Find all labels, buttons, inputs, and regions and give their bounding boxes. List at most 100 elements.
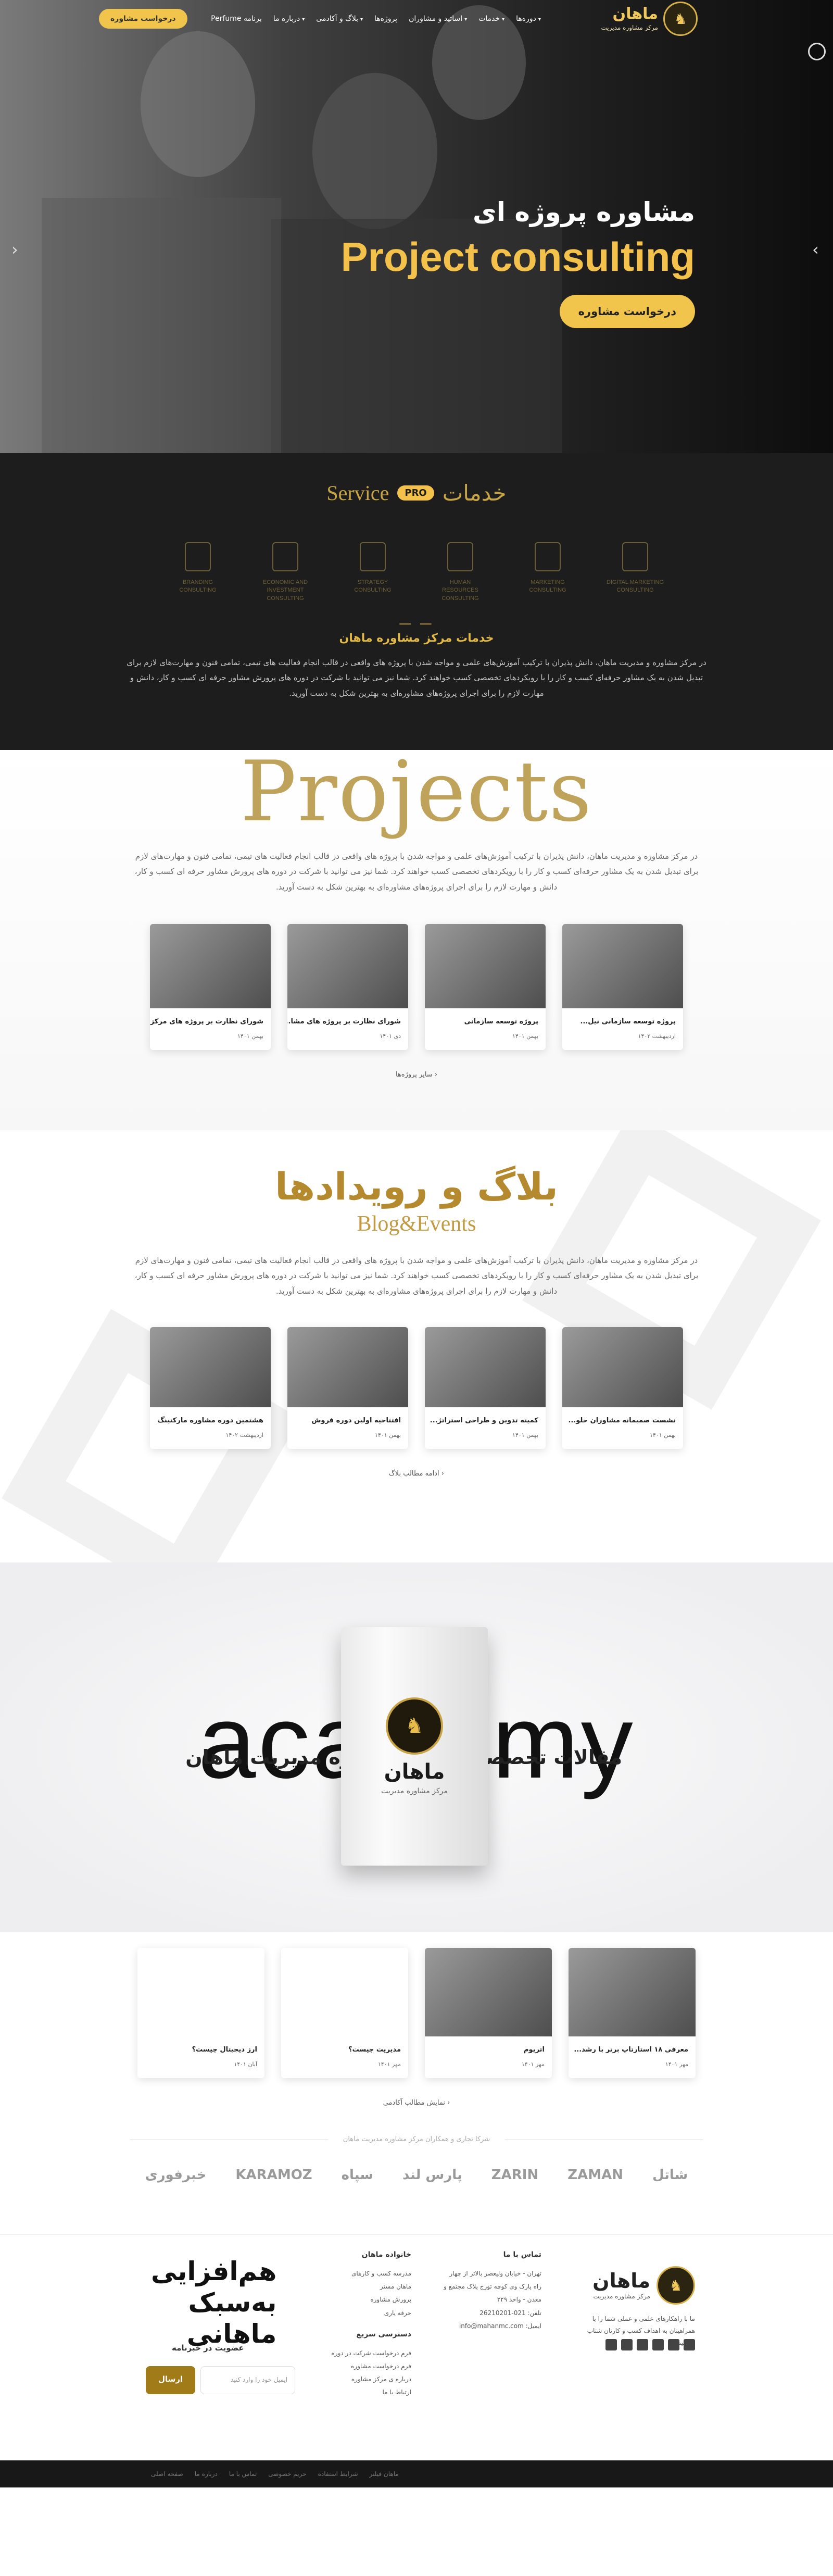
service-label: MARKETING CONSULTING: [529, 579, 566, 594]
bottom-link[interactable]: درباره ما: [195, 2470, 218, 2478]
more-academy-label: نمایش مطالب آکادمی: [383, 2099, 445, 2107]
nav-item-5[interactable]: ▾بلاگ و آکادمی: [316, 15, 363, 23]
chevron-left-icon: ‹: [445, 2099, 450, 2107]
divider-dots: — —: [399, 616, 434, 631]
academy-card[interactable]: معرفی ۱۸ استارتاپ برتر با رشد... مهر ۱۴۰۱: [569, 1948, 696, 2078]
partner-logo[interactable]: پارس لند: [402, 2167, 462, 2183]
more-blog-link[interactable]: ‹ ادامه مطالب بلاگ: [0, 1470, 833, 1478]
service-item[interactable]: HUMAN RESOURCES CONSULTING: [432, 542, 489, 603]
academy-card-image: [137, 1948, 264, 2036]
whatsapp-icon[interactable]: [637, 2339, 648, 2350]
project-card[interactable]: پروژه توسعه سازمانی بهمن ۱۴۰۱: [425, 923, 546, 1050]
linkedin-icon[interactable]: [652, 2339, 664, 2350]
family-link[interactable]: پرورش مشاوره: [331, 2293, 411, 2306]
academy-card[interactable]: مدیریت چیست؟ مهر ۱۴۰۱: [281, 1948, 408, 2078]
site-logo[interactable]: ♞ ماهان مرکز مشاوره مدیریت: [601, 2, 698, 36]
bottom-link[interactable]: شرایط استفاده: [318, 2470, 358, 2478]
nav-item-3[interactable]: ▾اساتید و مشاوران: [409, 15, 467, 23]
bottom-link[interactable]: صفحه اصلی: [151, 2470, 183, 2478]
nav-item-2[interactable]: ▾خدمات: [478, 15, 504, 23]
academy-card[interactable]: اتریوم مهر ۱۴۰۱: [425, 1948, 552, 2078]
nav-item-7[interactable]: برنامه Perfume: [211, 15, 262, 23]
chevron-right-icon[interactable]: ›: [812, 240, 819, 259]
footer-logo[interactable]: ♞ ماهان مرکز مشاوره مدیریت: [592, 2266, 695, 2305]
nav-item-label: اساتید و مشاوران: [409, 15, 463, 23]
partner-logo[interactable]: KARAMOZ: [235, 2167, 312, 2183]
scroll-indicator[interactable]: [808, 43, 826, 60]
service-icon: [185, 542, 211, 571]
footer: ♞ ماهان مرکز مشاوره مدیریت ما با راهکاره…: [0, 2234, 833, 2487]
book-logo-icon: ♞: [386, 1697, 443, 1755]
chevron-left-icon: ‹: [432, 1070, 438, 1079]
service-item[interactable]: MARKETING CONSULTING: [519, 542, 576, 603]
academy-card[interactable]: ارز دیجیتال چیست؟ آبان ۱۴۰۱: [137, 1948, 264, 2078]
project-card[interactable]: شورای نظارت بر پروژه های مشا... دی ۱۴۰۱: [287, 923, 408, 1050]
nav-item-1[interactable]: ▾دوره‌ها: [516, 15, 541, 23]
service-item[interactable]: STRATEGY CONSULTING: [344, 542, 401, 603]
partner-logo[interactable]: ZAMAN: [567, 2167, 623, 2183]
partner-logo[interactable]: سپاه: [342, 2167, 373, 2183]
family-link[interactable]: ماهان مستر: [331, 2280, 411, 2293]
blog-card-date: اردیبهشت ۱۴۰۲: [225, 1431, 263, 1439]
slogan-line: به‌سبک: [188, 2287, 277, 2318]
nav-item-label: خدمات: [478, 15, 500, 23]
quick-link[interactable]: ارتباط با ما: [331, 2386, 411, 2399]
partner-logo[interactable]: شاتل: [652, 2167, 688, 2183]
blog-card-title: هشتمین دوره مشاوره مارکتینگ: [157, 1416, 263, 1424]
aparat-icon[interactable]: [621, 2339, 633, 2350]
partner-logo[interactable]: ZARIN: [491, 2167, 538, 2183]
chevron-left-icon[interactable]: ‹: [11, 240, 18, 259]
quick-link[interactable]: درباره ی مرکز مشاوره: [331, 2373, 411, 2386]
service-label: BRANDING CONSULTING: [179, 579, 217, 594]
contact-line: تلفن: 021-26210201: [479, 2309, 541, 2317]
service-label: ECONOMIC AND INVESTMENT CONSULTING: [262, 579, 308, 602]
project-card[interactable]: پروژه توسعه سازمانی نیل... اردیبهشت ۱۴۰۲: [562, 923, 683, 1050]
academy-card-image: [569, 1948, 696, 2036]
service-item[interactable]: BRANDING CONSULTING: [169, 542, 226, 603]
footer-logo-icon: ♞: [657, 2266, 695, 2305]
family-link[interactable]: مدرسه کسب و کارهای: [331, 2267, 411, 2280]
project-card-date: دی ۱۴۰۱: [380, 1032, 401, 1040]
blog-card[interactable]: نشست صمیمانه مشاوران حلو... بهمن ۱۴۰۱: [562, 1327, 683, 1449]
bottom-link[interactable]: تماس با ما: [229, 2470, 257, 2478]
twitter-icon[interactable]: [605, 2339, 617, 2350]
hero-consult-button[interactable]: درخواست مشاوره: [559, 295, 695, 328]
contact-line: تهران - خیابان ولیعصر بالاتر از چهار: [449, 2270, 541, 2277]
academy-card-date: مهر ۱۴۰۱: [665, 2061, 688, 2068]
book-name: ماهان: [384, 1760, 445, 1784]
blog-card[interactable]: هشتمین دوره مشاوره مارکتینگ اردیبهشت ۱۴۰۲: [150, 1327, 271, 1449]
academy-hero: academy مقالات تخصصی مرکز مشاوره مدیریت …: [0, 1562, 833, 1932]
project-card[interactable]: شورای نظارت بر پروژه های مرکز ... بهمن ۱۴…: [150, 923, 271, 1050]
instagram-icon[interactable]: [684, 2339, 695, 2350]
blog-cards: نشست صمیمانه مشاوران حلو... بهمن ۱۴۰۱ کمیت…: [0, 1327, 833, 1449]
blog-card-date: بهمن ۱۴۰۱: [374, 1431, 401, 1439]
blog-section: بلاگ و رویدادها Blog&Events در مرکز مشاو…: [0, 1130, 833, 1562]
projects-big-title: Projects: [240, 750, 593, 840]
quick-link[interactable]: فرم درخواست شرکت در دوره: [331, 2347, 411, 2360]
partner-logo[interactable]: خبرفوری: [145, 2167, 207, 2183]
newsletter-label: عضویت در خبرنامه: [172, 2343, 244, 2353]
consult-request-button[interactable]: درخواست مشاوره: [99, 9, 187, 29]
nav-item-4[interactable]: پروژه‌ها: [374, 15, 397, 23]
blog-card[interactable]: افتتاحیه اولین دوره فروش بهمن ۱۴۰۱: [287, 1327, 408, 1449]
family-link[interactable]: حرفه یاری: [331, 2307, 411, 2320]
blog-card[interactable]: کمیته تدوین و طراحی استراتژ... بهمن ۱۴۰۱: [425, 1327, 546, 1449]
more-projects-link[interactable]: ‹ سایر پروژه‌ها: [0, 1071, 833, 1079]
contact-line: معدن - واحد ۲۲۹: [497, 2296, 541, 2304]
telegram-icon[interactable]: [668, 2339, 679, 2350]
service-item[interactable]: DIGITAL MARKETING CONSULTING: [607, 542, 664, 603]
newsletter-submit-button[interactable]: ارسال: [146, 2366, 196, 2394]
service-item[interactable]: ECONOMIC AND INVESTMENT CONSULTING: [257, 542, 314, 603]
quick-link[interactable]: فرم درخواست مشاوره: [331, 2360, 411, 2373]
academy-card-date: مهر ۱۴۰۱: [377, 2061, 401, 2068]
nav-item-6[interactable]: ▾درباره ما: [273, 15, 305, 23]
academy-card-date: مهر ۱۴۰۱: [521, 2061, 545, 2068]
bottom-link[interactable]: حریم خصوصی: [268, 2470, 306, 2478]
bottom-link[interactable]: ماهان فیلتر: [370, 2470, 399, 2478]
newsletter-email-input[interactable]: ایمیل خود را وارد کنید: [200, 2366, 296, 2394]
project-card-title: شورای نظارت بر پروژه های مشا...: [287, 1017, 401, 1026]
contact-line: راه پارک وی کوچه تورج پلاک مجتمع و: [444, 2283, 541, 2291]
academy-card-image: [425, 1948, 552, 2036]
projects-cards: پروژه توسعه سازمانی نیل... اردیبهشت ۱۴۰۲ پ…: [0, 923, 833, 1050]
more-academy-link[interactable]: ‹ نمایش مطالب آکادمی: [0, 2099, 833, 2107]
